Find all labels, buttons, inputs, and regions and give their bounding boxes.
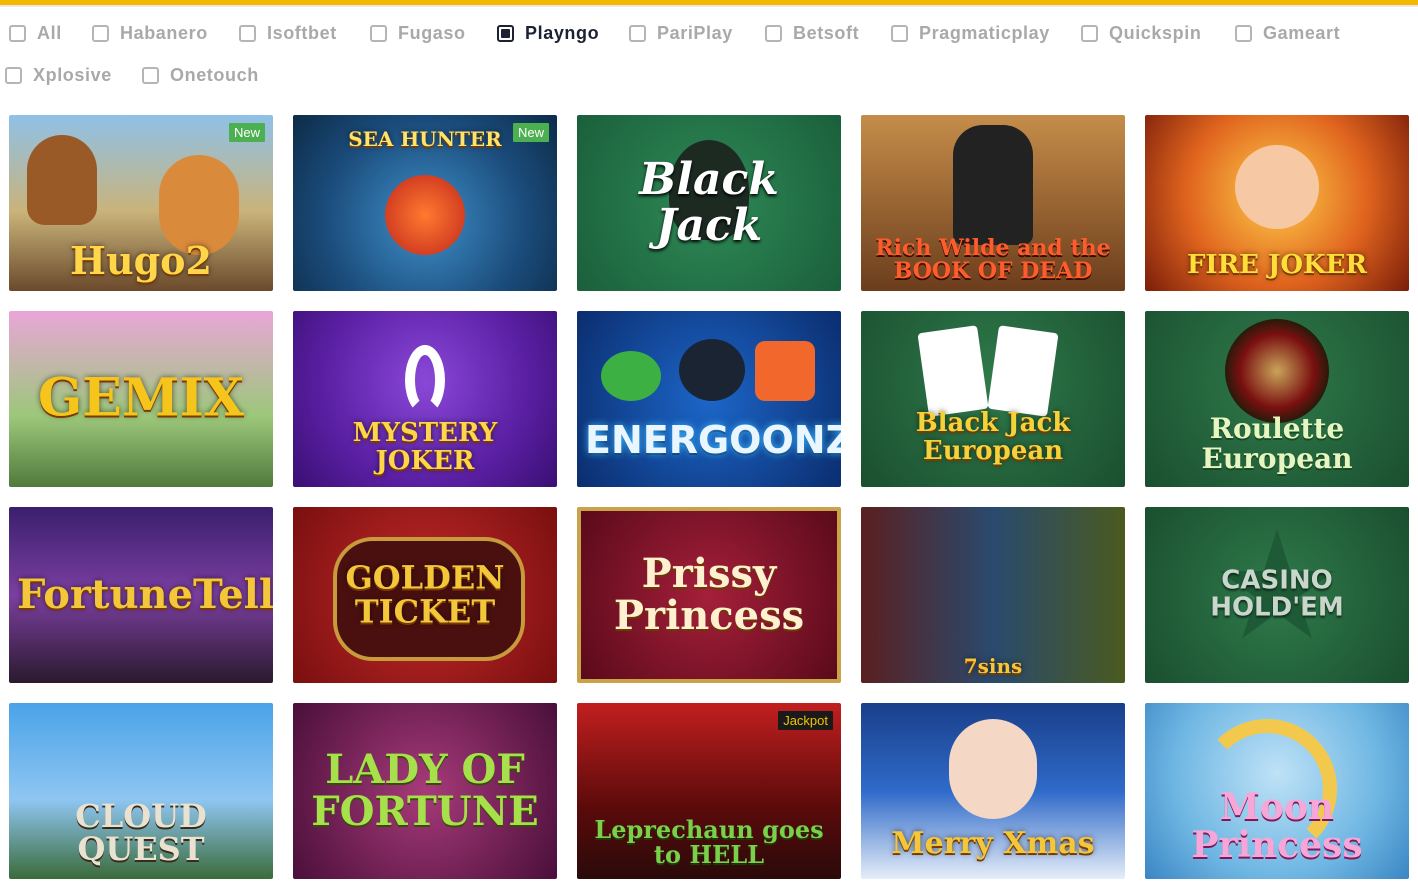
monster-art [679, 339, 745, 401]
game-title: Prissy Princess [613, 550, 805, 639]
new-badge: New [228, 123, 265, 142]
playing-card-art [987, 325, 1059, 417]
filter-label: Betsoft [793, 22, 860, 43]
game-tile-7sins[interactable]: 7sins [861, 507, 1125, 683]
game-title: ENERGOONZ [585, 418, 841, 463]
game-title: Roulette European [1201, 412, 1353, 475]
filter-gameart[interactable]: Gameart [1235, 20, 1340, 46]
game-title: FIRE JOKER [1186, 249, 1368, 280]
game-tile-fortune-teller[interactable]: FortuneTeller [9, 507, 273, 683]
game-tile-leprechaun-goes-to-hell[interactable]: Leprechaun goes to HELL Jackpot [577, 703, 841, 879]
monster-art [755, 341, 815, 401]
game-title: CLOUD QUEST [75, 796, 207, 869]
game-tile-roulette-european[interactable]: Roulette European [1145, 311, 1409, 487]
question-mark-icon [405, 345, 445, 415]
game-title: Merry Xmas [891, 825, 1095, 861]
game-title: Moon Princess [1191, 786, 1363, 867]
game-tile-moon-princess[interactable]: Moon Princess [1145, 703, 1409, 879]
jackpot-badge: Jackpot [778, 711, 833, 730]
game-title: Hugo2 [70, 238, 212, 284]
checkbox[interactable] [9, 24, 26, 42]
new-badge: New [512, 123, 549, 142]
playing-card-art [917, 325, 989, 417]
game-grid: Hugo2 New SEA HUNTER New Black Jack Rich… [0, 0, 1418, 890]
filter-quickspin[interactable]: Quickspin [1081, 20, 1201, 46]
game-tile-energoonz[interactable]: ENERGOONZ [577, 311, 841, 487]
game-title: MYSTERY JOKER [352, 418, 498, 476]
filter-label: Isoftbet [267, 22, 337, 43]
checkbox[interactable] [92, 24, 109, 42]
filter-label: Quickspin [1109, 22, 1202, 43]
checkbox[interactable] [370, 24, 387, 42]
game-tile-mystery-joker[interactable]: MYSTERY JOKER [293, 311, 557, 487]
game-tile-fire-joker[interactable]: FIRE JOKER [1145, 115, 1409, 291]
filter-xplosive[interactable]: Xplosive [5, 62, 112, 88]
filter-pariplay[interactable]: PariPlay [629, 20, 733, 46]
game-tile-black-jack-european[interactable]: Black Jack European [861, 311, 1125, 487]
game-title: FortuneTeller [17, 571, 273, 618]
game-title: GEMIX [37, 367, 245, 429]
provider-filter-bar: All Habanero Isoftbet Fugaso Playngo Par… [0, 0, 1418, 100]
checkbox[interactable] [1081, 24, 1098, 42]
filter-isoftbet[interactable]: Isoftbet [239, 20, 337, 46]
filter-onetouch[interactable]: Onetouch [142, 62, 259, 88]
filter-label: Playngo [525, 22, 600, 43]
filter-betsoft[interactable]: Betsoft [765, 20, 859, 46]
anubis-art [953, 125, 1033, 245]
checkbox[interactable] [1235, 24, 1252, 42]
game-tile-cloud-quest[interactable]: CLOUD QUEST [9, 703, 273, 879]
filter-label: Pragmaticplay [919, 22, 1050, 43]
game-tile-book-of-dead[interactable]: Rich Wilde and the BOOK OF DEAD [861, 115, 1125, 291]
game-title: Leprechaun goes to HELL [594, 814, 824, 869]
filter-label: Habanero [120, 22, 208, 43]
game-title: CASINO HOLD'EM [1210, 565, 1344, 623]
filter-playngo[interactable]: Playngo [497, 20, 599, 46]
santa-art [949, 719, 1037, 819]
game-tile-sea-hunter[interactable]: SEA HUNTER New [293, 115, 557, 291]
game-tile-merry-xmas[interactable]: Merry Xmas [861, 703, 1125, 879]
character-art [27, 135, 97, 225]
checkbox[interactable] [629, 24, 646, 42]
filter-label: Fugaso [398, 22, 466, 43]
checkbox[interactable] [891, 24, 908, 42]
checkbox[interactable] [765, 24, 782, 42]
joker-face-art [1235, 145, 1319, 229]
game-title: Black Jack [639, 153, 779, 251]
filter-habanero[interactable]: Habanero [92, 20, 208, 46]
game-title: LADY OF FORTUNE [311, 746, 539, 835]
game-tile-golden-ticket[interactable]: GOLDEN TICKET [293, 507, 557, 683]
game-tile-prissy-princess[interactable]: Prissy Princess [577, 507, 841, 683]
filter-label: Xplosive [33, 64, 112, 85]
filter-label: PariPlay [657, 22, 733, 43]
checkbox[interactable] [239, 24, 256, 42]
filter-label: All [37, 22, 62, 43]
filter-pragmaticplay[interactable]: Pragmaticplay [891, 20, 1050, 46]
game-tile-hugo2[interactable]: Hugo2 New [9, 115, 273, 291]
game-tile-lady-of-fortune[interactable]: LADY OF FORTUNE [293, 703, 557, 879]
game-title: GOLDEN TICKET [345, 558, 505, 630]
roulette-wheel-art [1225, 319, 1329, 423]
game-title: 7sins [963, 654, 1023, 678]
game-tile-gemix[interactable]: GEMIX [9, 311, 273, 487]
checkbox-checked[interactable] [497, 24, 514, 42]
filter-label: Gameart [1263, 22, 1341, 43]
checkbox[interactable] [5, 66, 22, 84]
orca-art [385, 175, 465, 255]
filter-all[interactable]: All [9, 20, 62, 46]
game-tile-casino-holdem[interactable]: CASINO HOLD'EM [1145, 507, 1409, 683]
monster-art [601, 351, 661, 401]
filter-fugaso[interactable]: Fugaso [370, 20, 466, 46]
game-title: Black Jack European [915, 408, 1071, 466]
game-title: Rich Wilde and the BOOK OF DEAD [875, 234, 1111, 284]
game-tile-black-jack[interactable]: Black Jack [577, 115, 841, 291]
filter-label: Onetouch [170, 64, 259, 85]
checkbox[interactable] [142, 66, 159, 84]
